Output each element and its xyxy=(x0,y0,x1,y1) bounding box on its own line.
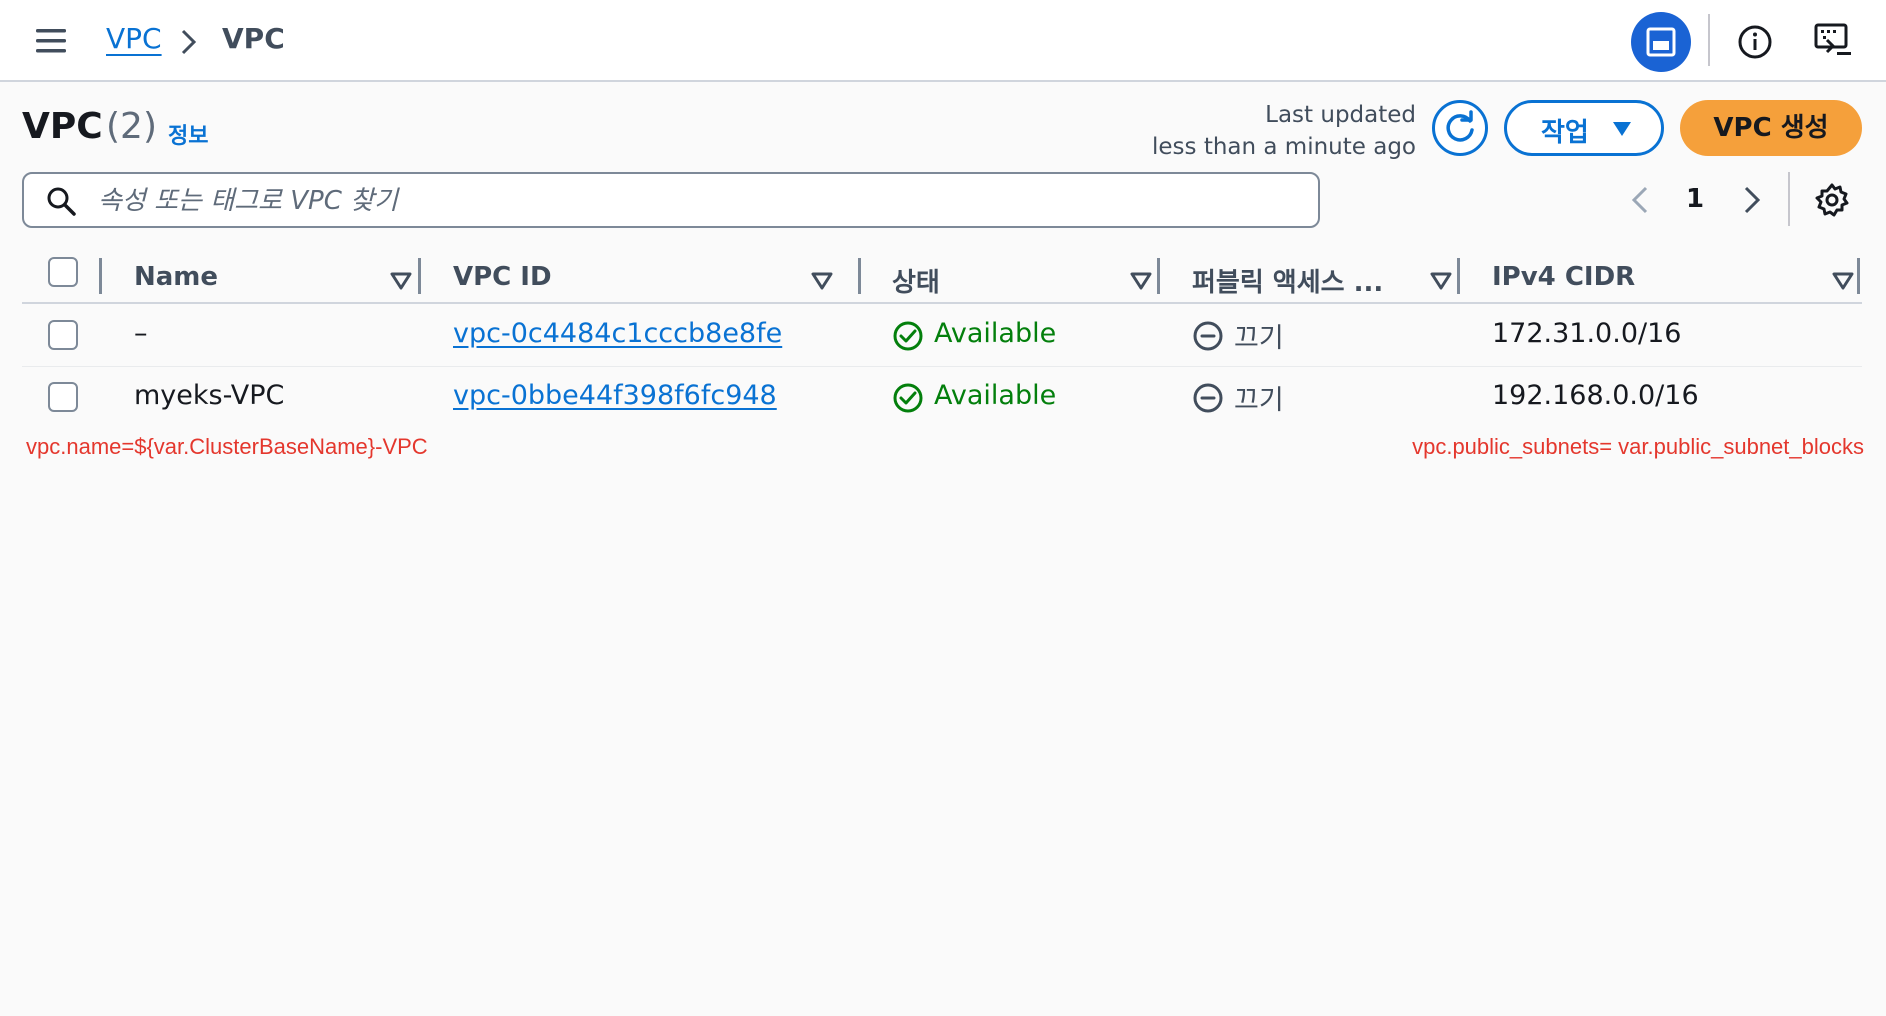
cell-ipv4-cidr: 192.168.0.0/16 xyxy=(1492,380,1699,411)
cell-vpc-id-link[interactable]: vpc-0bbe44f398f6fc948 xyxy=(453,380,777,411)
chevron-left-icon[interactable] xyxy=(1630,184,1650,216)
feedback-icon[interactable] xyxy=(1813,22,1853,60)
select-all-checkbox[interactable] xyxy=(48,257,78,287)
row-checkbox[interactable] xyxy=(48,320,78,350)
column-label-vpc-id: VPC ID xyxy=(453,262,552,292)
search-box[interactable] xyxy=(22,172,1320,228)
status-label: Available xyxy=(934,380,1057,411)
resource-count: (2) xyxy=(106,106,157,147)
caret-down-icon xyxy=(1613,122,1631,136)
annotation-public-subnets: vpc.public_subnets= var.public_subnet_bl… xyxy=(1412,434,1864,459)
column-label-ipv4-cidr: IPv4 CIDR xyxy=(1492,262,1636,292)
sort-caret-down-icon[interactable] xyxy=(1430,272,1452,290)
column-divider[interactable] xyxy=(1857,258,1860,294)
last-updated-time: less than a minute ago xyxy=(1152,134,1416,160)
status-label: Available xyxy=(934,318,1057,349)
last-updated-label: Last updated xyxy=(1265,102,1416,128)
column-divider[interactable] xyxy=(858,258,861,294)
column-divider xyxy=(99,258,102,294)
split-panel-icon xyxy=(1646,27,1676,57)
menu-icon[interactable] xyxy=(36,27,66,55)
cell-name: myeks-VPC xyxy=(134,380,285,411)
search-input[interactable] xyxy=(96,180,1300,222)
row-checkbox[interactable] xyxy=(48,382,78,412)
public-access-label: 끄기 xyxy=(1234,385,1284,416)
minus-circle-icon xyxy=(1193,321,1223,351)
cell-name: – xyxy=(134,318,148,349)
breadcrumb-current: VPC xyxy=(222,22,285,55)
page-title: VPC xyxy=(22,106,103,147)
pagination-divider xyxy=(1788,172,1790,226)
actions-dropdown-button[interactable]: 작업 xyxy=(1504,100,1664,156)
column-label-name: Name xyxy=(134,262,219,292)
annotation-vpc-name: vpc.name=${var.ClusterBaseName}-VPC xyxy=(26,434,428,459)
cell-ipv4-cidr: 172.31.0.0/16 xyxy=(1492,318,1682,349)
top-navigation-bar: VPC VPC xyxy=(0,0,1886,82)
column-divider[interactable] xyxy=(418,258,421,294)
sort-caret-down-icon[interactable] xyxy=(811,272,833,290)
column-label-status: 상태 xyxy=(892,268,940,298)
sort-caret-down-icon[interactable] xyxy=(390,272,412,290)
info-link[interactable]: 정보 xyxy=(168,118,208,150)
public-access-label: 끄기 xyxy=(1234,323,1284,354)
pagination-page-1[interactable]: 1 xyxy=(1686,184,1704,214)
cell-vpc-id-link[interactable]: vpc-0c4484c1cccb8e8fe xyxy=(453,318,782,349)
refresh-icon xyxy=(1446,110,1474,142)
table-row[interactable]: – vpc-0c4484c1cccb8e8fe Available 끄기 172… xyxy=(22,304,1862,367)
actions-label: 작업 xyxy=(1541,118,1589,148)
table-header: Name VPC ID 상태 퍼블릭 액세스 ... IPv4 CIDR xyxy=(22,252,1862,304)
toolbar-divider xyxy=(1708,14,1710,66)
search-icon xyxy=(47,187,76,216)
minus-circle-icon xyxy=(1193,383,1223,413)
check-circle-icon xyxy=(893,321,923,351)
sort-caret-down-icon[interactable] xyxy=(1130,272,1152,290)
breadcrumb-vpc-link[interactable]: VPC xyxy=(106,22,162,55)
chevron-right-icon xyxy=(181,29,197,55)
table-row[interactable]: myeks-VPC vpc-0bbe44f398f6fc948 Availabl… xyxy=(22,366,1862,428)
sort-caret-down-icon[interactable] xyxy=(1832,272,1854,290)
column-divider[interactable] xyxy=(1157,258,1160,294)
info-icon[interactable] xyxy=(1737,24,1773,60)
split-panel-toggle[interactable] xyxy=(1631,12,1691,72)
create-vpc-button[interactable]: VPC 생성 xyxy=(1680,100,1862,156)
chevron-right-icon[interactable] xyxy=(1742,184,1762,216)
column-divider[interactable] xyxy=(1457,258,1460,294)
gear-icon[interactable] xyxy=(1814,182,1850,218)
refresh-button[interactable] xyxy=(1432,100,1488,156)
check-circle-icon xyxy=(893,383,923,413)
column-label-public-access: 퍼블릭 액세스 ... xyxy=(1192,268,1384,298)
